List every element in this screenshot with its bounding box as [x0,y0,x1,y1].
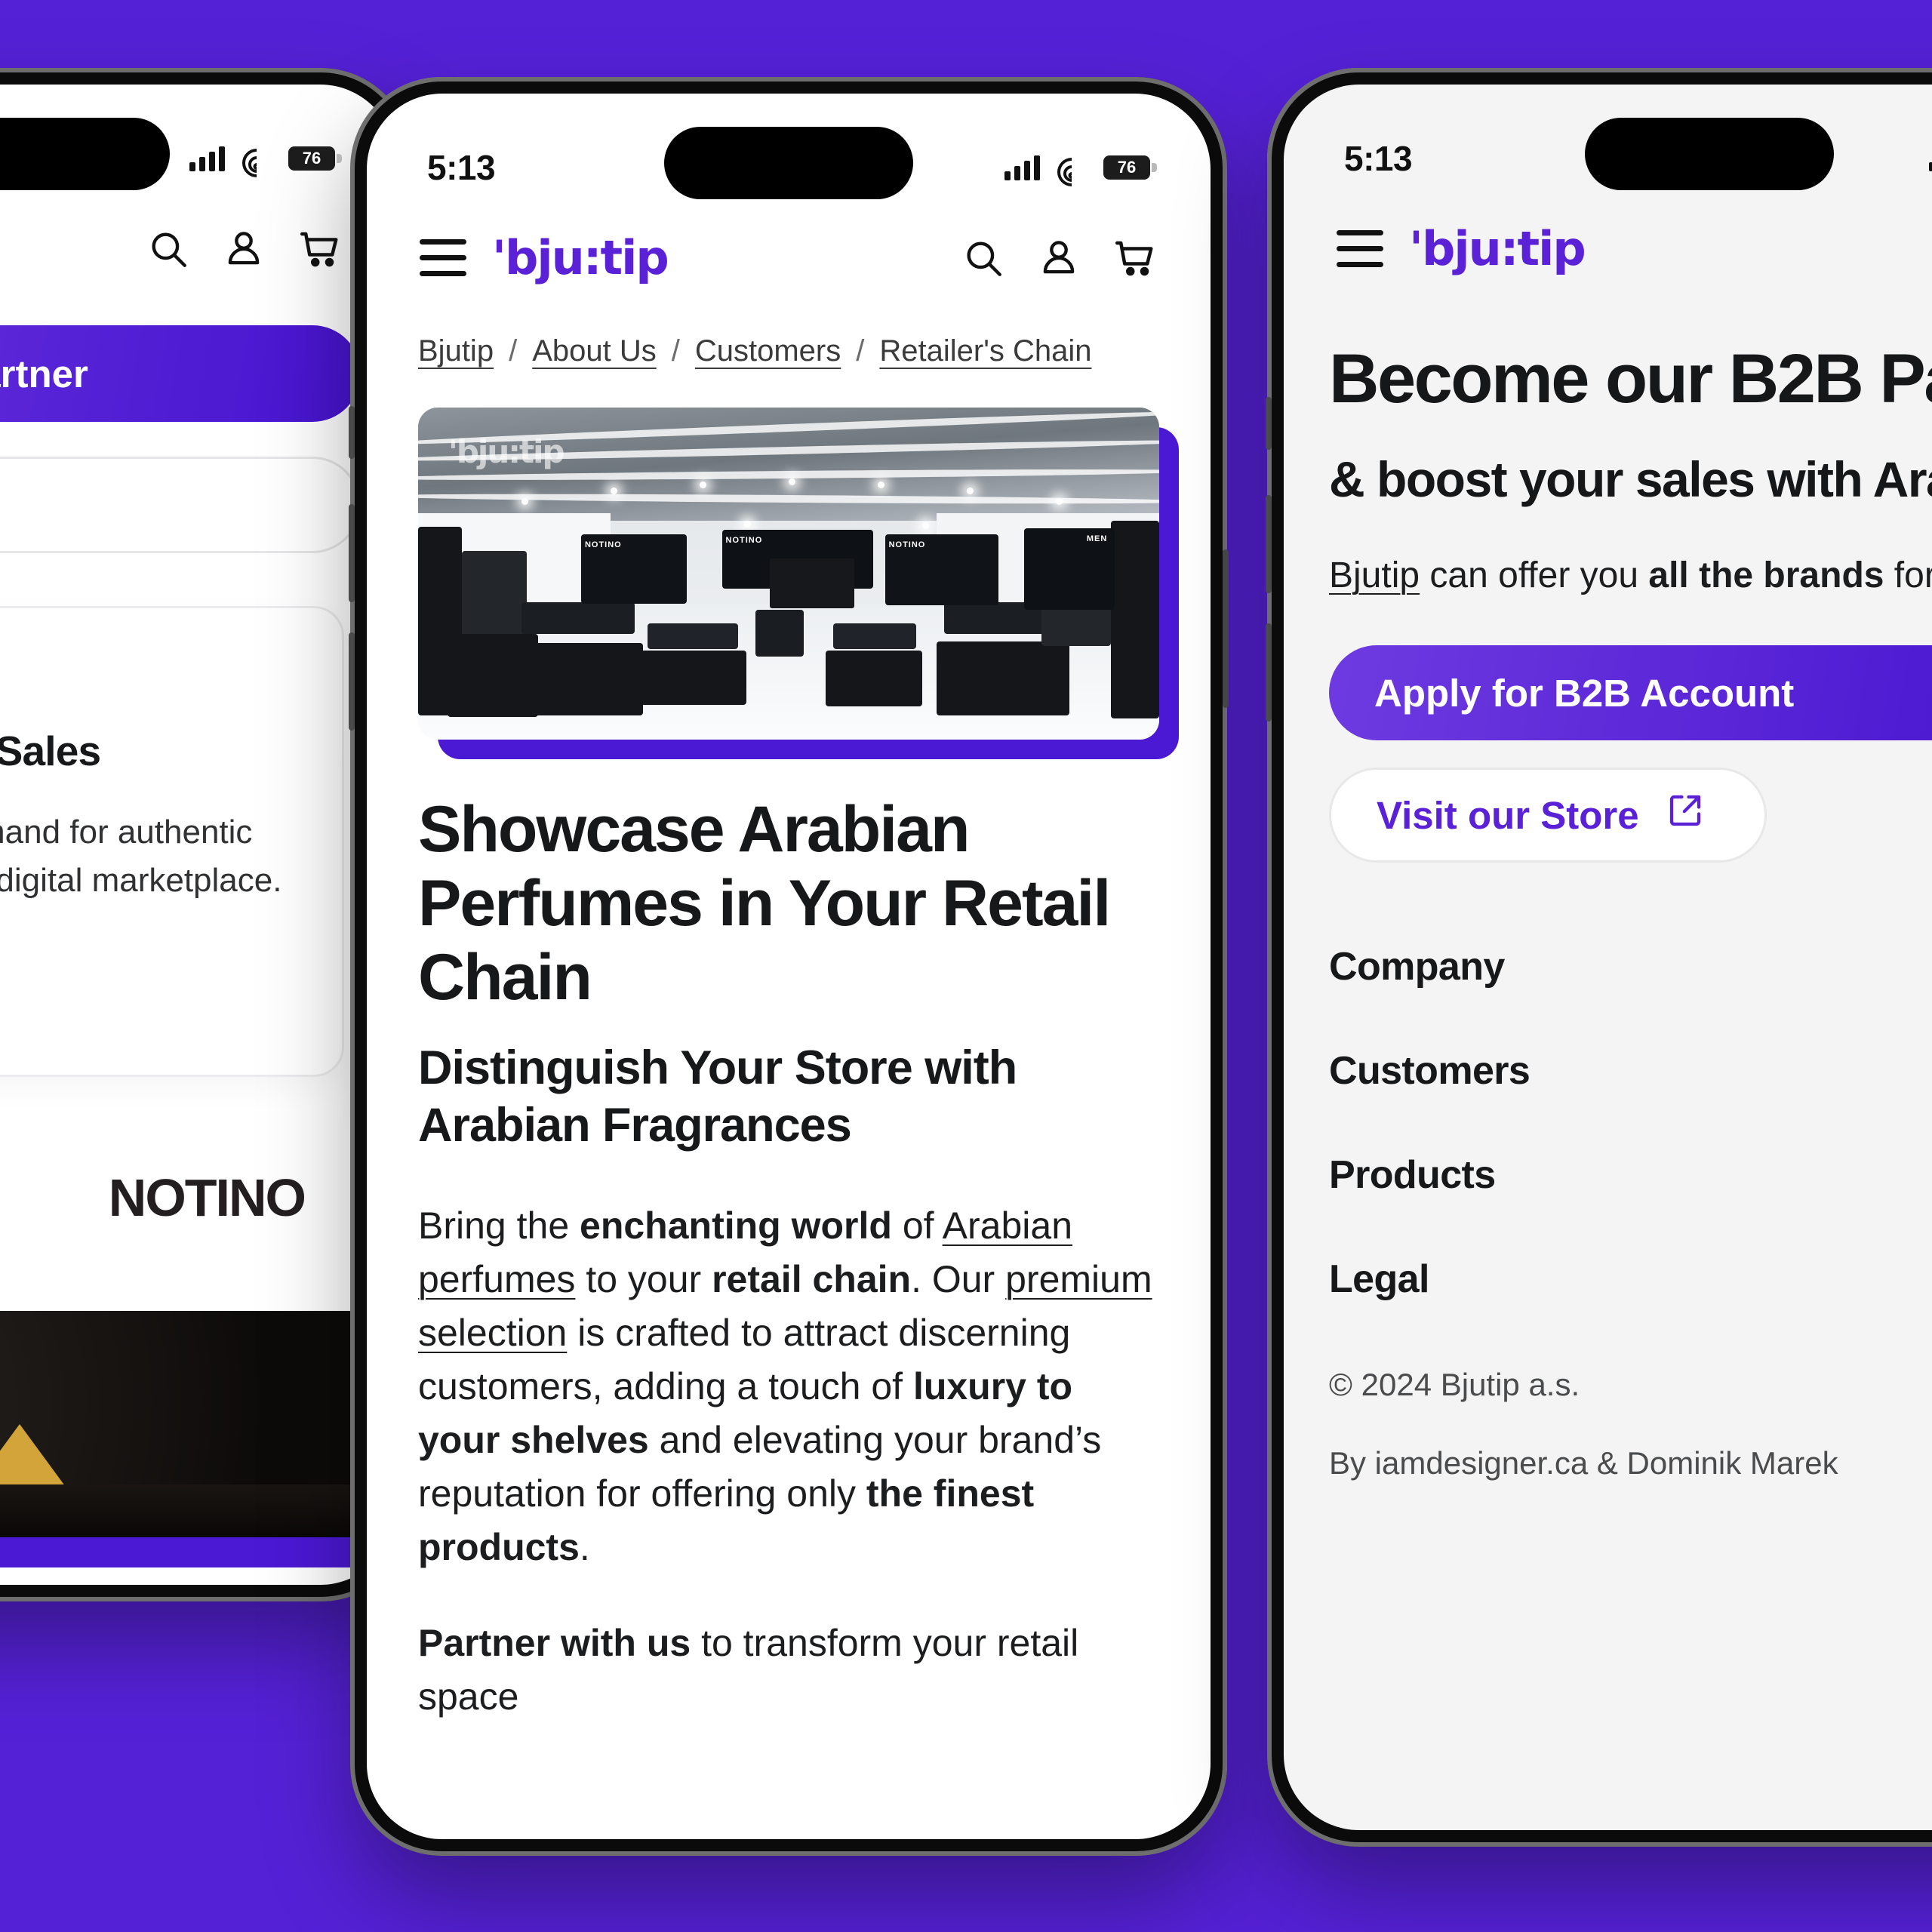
phone-left-content: Become our B2B partner Visit Our Store E… [0,300,395,1585]
shopping-cart-icon[interactable] [297,226,343,272]
external-link-icon [1665,790,1706,840]
breadcrumb-sep-2: / [671,334,680,368]
phone-right-screen: 5:13 76 'bju:tip Become our B2B Partner.… [1284,85,1932,1830]
footer-link-products[interactable]: Products [1329,1152,1932,1198]
status-indicators: 76 [1004,152,1157,192]
breadcrumb-item-bjutip[interactable]: Bjutip [418,334,494,368]
battery-icon: 76 [288,146,342,171]
phone-right-content: Become our B2B Partner. & boost your sal… [1284,300,1932,1830]
cellular-bars-icon [1929,146,1932,171]
brand-logo[interactable]: 'bju:tip [1409,225,1586,272]
volume-up-button[interactable] [349,504,355,602]
footer-links: Company Customers Products Legal [1284,944,1932,1302]
volume-down-button[interactable] [349,632,355,731]
right-page-title: Become our B2B Partner. [1329,340,1932,417]
phone-left: 5:13 76 'bju:tip [0,68,414,1601]
app-header-center: 'bju:tip [367,207,1211,309]
breadcrumb-sep-3: / [856,334,865,368]
header-icons-center [961,235,1158,281]
search-icon[interactable] [961,236,1005,280]
footer-link-legal[interactable]: Legal [1329,1257,1932,1302]
breadcrumb-sep-1: / [509,334,518,368]
breadcrumb-item-customers[interactable]: Customers [695,334,841,368]
become-b2b-partner-button[interactable]: Become our B2B partner [0,325,361,422]
brand-logo[interactable]: 'bju:tip [492,234,669,281]
status-time: 5:13 [1344,139,1413,178]
hero-image-container: 'bju:tip NOTINO NOTINO NOTINO MEN [418,408,1179,759]
volume-up-button[interactable] [1266,495,1272,593]
visit-our-store-button[interactable]: Visit our Store [1329,768,1767,863]
body-paragraph-2: Partner with us to transform your retail… [418,1622,1079,1718]
shopping-cart-icon[interactable] [1112,235,1158,281]
store-interior-image: 'bju:tip NOTINO NOTINO NOTINO MEN [418,408,1159,740]
volume-down-button[interactable] [1266,623,1272,721]
status-bar-right: 5:13 76 [1284,85,1932,198]
power-button[interactable] [1223,549,1229,708]
app-header-right: 'bju:tip [1284,198,1932,300]
credit-text: By iamdesigner.ca & Dominik Marek [1329,1445,1838,1481]
breadcrumb-item-about-us[interactable]: About Us [532,334,657,368]
status-bar-left: 5:13 76 [0,85,395,198]
user-account-icon[interactable] [1037,236,1081,280]
arrow-right-icon[interactable]: → [0,983,300,1029]
brand-logos-row: PARFEMS.CZ NOTINO [0,1168,306,1228]
copyright-text: © 2024 Bjutip a.s. [1329,1367,1580,1403]
body-paragraph-1: Bring the enchanting world of Arabian pe… [418,1204,1152,1569]
breadcrumb: Bjutip / About Us / Customers / Retailer… [367,309,1211,368]
visit-our-store-button[interactable]: Visit Our Store [0,457,361,553]
battery-icon: 76 [1103,155,1157,180]
search-icon[interactable] [146,227,190,271]
cellular-bars-icon [1004,155,1040,180]
mute-switch[interactable] [349,406,355,459]
breadcrumb-item-retailers-chain[interactable]: Retailer's Chain [879,334,1091,368]
page-subtitle: Distinguish Your Store with Arabian Frag… [418,1041,1017,1152]
battery-level: 76 [1117,158,1137,177]
visit-store-label: Visit our Store [1377,793,1639,837]
right-paragraph: Bjutip can offer you all the brands for … [1329,555,1932,596]
shelf-tag-1: NOTINO [584,540,622,549]
wifi-icon [236,143,277,183]
status-time: 5:13 [427,148,496,187]
image-watermark-logo: 'bju:tip [448,433,565,470]
phone-center-content: Bjutip / About Us / Customers / Retailer… [367,309,1211,1839]
hamburger-menu-icon[interactable] [1337,230,1383,267]
mute-switch[interactable] [1266,397,1272,450]
footer-link-company[interactable]: Company [1329,944,1932,989]
ecommerce-card[interactable]: E-Commerce Boost Your Online Sales Tap i… [0,606,344,1078]
page-title: Showcase Arabian Perfumes in Your Retail… [418,793,1111,1014]
phone-left-screen: 5:13 76 'bju:tip [0,85,395,1585]
right-page-subtitle: & boost your sales with Arabian perfumes… [1329,451,1932,508]
status-bar-center: 5:13 76 [367,94,1211,207]
footer-link-customers[interactable]: Customers [1329,1048,1932,1094]
apply-for-b2b-account-button[interactable]: Apply for B2B Account [1329,645,1932,741]
status-indicators: 76 [189,143,342,183]
card-subtitle: Boost Your Online Sales [0,727,101,774]
app-header-left: 'bju:tip [0,198,395,300]
promo-image [0,1311,395,1538]
status-indicators: 76 [1929,146,1932,171]
shelf-tag-3: NOTINO [888,540,926,549]
battery-level: 76 [302,149,321,168]
header-icons-left [146,226,343,272]
card-title: E-Commerce [0,654,300,710]
cellular-bars-icon [189,146,225,171]
phone-right: 5:13 76 'bju:tip Become our B2B Partner.… [1266,68,1932,1847]
user-account-icon[interactable] [222,227,266,271]
phone-center: 5:13 76 'bju:tip Bjutip / About Us / Cus… [349,77,1229,1856]
brand-logo-notino: NOTINO [108,1168,306,1228]
shelf-tag-4: MEN [1086,534,1108,543]
card-body: Tap into the growing demand for authenti… [0,813,282,899]
hamburger-menu-icon[interactable] [420,239,466,276]
wifi-icon [1051,152,1092,192]
shelf-tag-2: NOTINO [725,536,763,545]
promo-banner[interactable] [0,1311,395,1568]
phone-center-screen: 5:13 76 'bju:tip Bjutip / About Us / Cus… [367,94,1211,1839]
